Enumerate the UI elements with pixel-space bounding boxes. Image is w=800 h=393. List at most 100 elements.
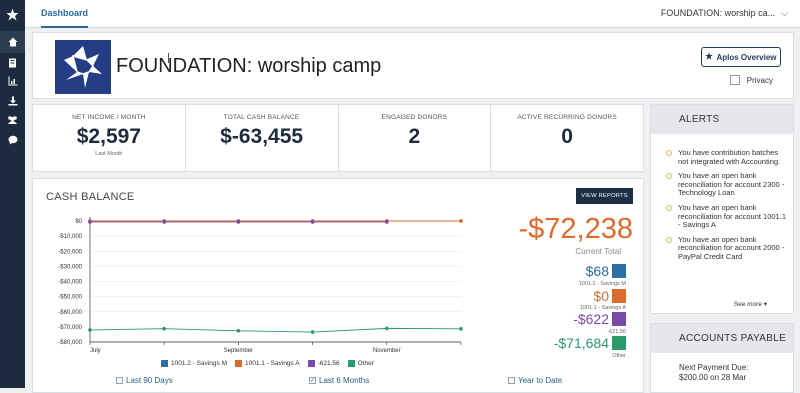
y-tick-label: $0: [75, 219, 82, 225]
range-checkbox[interactable]: [508, 377, 515, 384]
account-name: 1001.2 - Savings M: [578, 281, 626, 287]
stat-label: TOTAL CASH BALANCE: [223, 114, 300, 121]
alerts-title: ALERTS: [651, 105, 793, 134]
account-balance[interactable]: -$622: [573, 311, 626, 327]
alert-text: You have an open bank reconciliation for…: [678, 234, 785, 261]
stat-value: $2,597: [76, 125, 141, 148]
legend-swatch: [307, 360, 315, 367]
aplos-overview-label: Aplos Overview: [716, 52, 777, 62]
view-reports-button[interactable]: VIEW REPORTS: [576, 188, 633, 204]
legend-label: 1001.2 - Savings M: [171, 360, 228, 367]
y-tick-label: -$20,000: [58, 249, 82, 255]
alerts-panel: ALERTS You have contribution batches not…: [650, 104, 794, 314]
alert-item[interactable]: You have an open bank reconciliation for…: [651, 171, 793, 198]
data-point: [459, 327, 463, 331]
legend-swatch: [235, 360, 243, 367]
chat-icon[interactable]: [6, 133, 19, 146]
account-balance[interactable]: $68: [586, 263, 626, 279]
data-point: [310, 330, 315, 334]
ledger-icon[interactable]: [6, 56, 19, 69]
range-last-6-months[interactable]: ✓ Last 6 Months: [309, 376, 369, 385]
account-amount: $0: [593, 288, 609, 304]
y-tick-label: -$30,000: [58, 264, 82, 270]
legend-item[interactable]: Other: [347, 360, 374, 367]
alert-dot-icon: [666, 150, 672, 156]
legend-swatch: [161, 360, 168, 367]
org-header: FOUNDATION: worship camp Aplos Overview …: [32, 32, 794, 99]
x-tick-label: September: [224, 348, 253, 354]
data-point: [236, 329, 241, 333]
range-label: Last 90 Days: [126, 376, 173, 385]
alert-item[interactable]: You have an open bank reconciliation for…: [651, 202, 793, 230]
reports-icon[interactable]: [6, 74, 19, 87]
data-point: [88, 328, 92, 332]
legend-item[interactable]: -621.56: [307, 360, 340, 367]
org-selector[interactable]: FOUNDATION: worship ca... ⌵: [661, 8, 788, 19]
legend-item[interactable]: 1001.1 - Savings A: [235, 360, 300, 367]
account-balance[interactable]: -$71,684: [554, 335, 626, 351]
stats-row: NET INCOME / MONTH $2,597 Last Month TOT…: [32, 104, 644, 172]
x-tick-label: November: [373, 348, 401, 354]
range-checkbox-checked[interactable]: ✓: [309, 377, 316, 384]
cash-balance-chart: $0 -$10,000 -$20,000 -$30,000 -$40,000 -$50,0…: [58, 217, 463, 354]
top-bar: Dashboard FOUNDATION: worship ca... ⌵: [25, 0, 800, 28]
current-total-value: -$72,238: [518, 213, 634, 245]
stat-total-cash[interactable]: TOTAL CASH BALANCE $-63,455: [186, 105, 339, 171]
next-payment-value: $200.00 on 28 Mar: [679, 373, 747, 382]
legend-swatch: [347, 360, 355, 367]
range-label: Last 6 Months: [319, 376, 370, 385]
text-cursor: [168, 53, 169, 63]
download-icon[interactable]: [6, 94, 19, 107]
tab-dashboard[interactable]: Dashboard: [41, 0, 89, 28]
next-payment-label: Next Payment Due:: [679, 363, 749, 372]
data-point: [385, 220, 389, 224]
range-checkbox[interactable]: [116, 377, 123, 384]
alert-text: You have an open bank reconciliation for…: [678, 202, 786, 230]
alert-item[interactable]: You have contribution batches not integr…: [651, 148, 793, 166]
range-label: Year to Date: [518, 376, 563, 385]
stat-recurring-donors[interactable]: ACTIVE RECURRING DONORS 0: [491, 105, 643, 171]
y-tick-label: -$40,000: [58, 280, 82, 286]
alert-dot-icon: [666, 204, 672, 211]
account-balance[interactable]: $0: [593, 288, 626, 304]
aplos-icon: [705, 52, 714, 62]
account-swatch: [612, 264, 626, 278]
accounts-payable-panel: ACCOUNTS PAYABLE Next Payment Due: $200.…: [650, 323, 794, 393]
data-point: [459, 219, 463, 223]
privacy-label: Privacy: [746, 75, 773, 85]
account-swatch: [612, 336, 626, 350]
stat-sub: Last Month: [95, 151, 123, 157]
stat-label: NET INCOME / MONTH: [72, 114, 146, 121]
stat-net-income[interactable]: NET INCOME / MONTH $2,597 Last Month: [33, 105, 186, 171]
data-point: [385, 326, 389, 331]
current-total-label: Current Total: [575, 247, 621, 256]
alert-item[interactable]: You have an open bank reconciliation for…: [651, 234, 793, 262]
legend-label: -621.56: [317, 360, 340, 367]
legend-item[interactable]: 1001.2 - Savings M: [161, 360, 227, 367]
page-title: FOUNDATION: worship camp: [116, 55, 382, 77]
people-icon[interactable]: [6, 113, 19, 126]
data-point: [162, 326, 166, 331]
data-point: [310, 220, 315, 224]
account-amount: -$71,684: [553, 335, 609, 351]
stat-engaged-donors[interactable]: ENGAGED DONORS 2: [339, 105, 492, 171]
account-name: Other: [612, 353, 626, 359]
account-amount: $68: [585, 263, 609, 279]
stat-value: 2: [408, 125, 421, 148]
series-line: [89, 327, 462, 333]
account-amount: -$622: [573, 311, 609, 327]
data-point: [236, 220, 241, 224]
alert-text: You have an open bank reconciliation for…: [678, 171, 785, 198]
privacy-checkbox[interactable]: [729, 75, 740, 85]
home-icon[interactable]: [0, 31, 25, 53]
org-logo: [55, 40, 111, 94]
logo-icon[interactable]: [6, 8, 19, 21]
side-nav: [0, 0, 25, 388]
privacy-toggle[interactable]: Privacy: [729, 75, 773, 85]
see-more-link[interactable]: See more ▾: [734, 300, 767, 308]
range-year-to-date[interactable]: Year to Date: [508, 376, 562, 385]
legend-label: 1001.1 - Savings A: [245, 360, 300, 367]
aplos-overview-button[interactable]: Aplos Overview: [701, 47, 781, 67]
range-last-90-days[interactable]: Last 90 Days: [116, 376, 173, 385]
y-tick-label: -$10,000: [58, 234, 82, 240]
